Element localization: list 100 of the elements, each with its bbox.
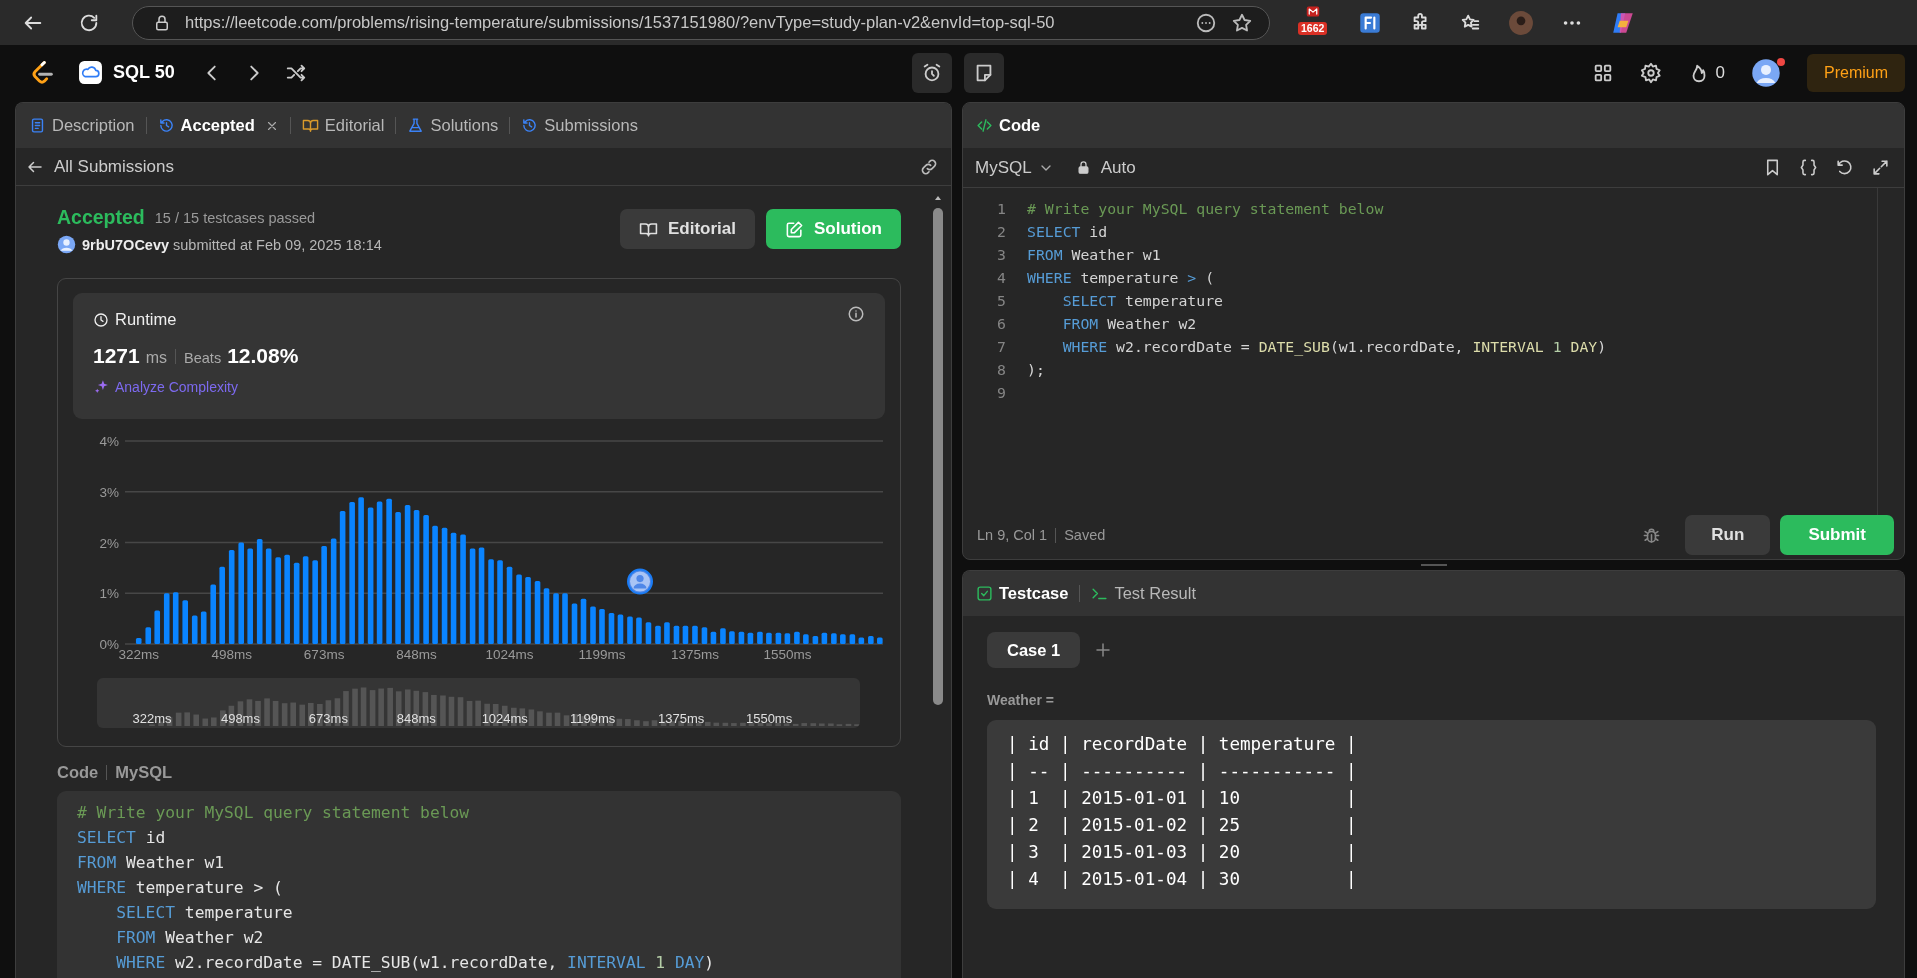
testcases-text: 15 / 15 testcases passed — [154, 209, 316, 226]
expand-icon[interactable] — [1871, 158, 1890, 177]
code-line: ); — [1027, 361, 1045, 378]
beats-label: Beats — [184, 350, 222, 366]
code-line: SELECT temperature — [1061, 292, 1223, 309]
tab[interactable]: Testcase — [973, 576, 1072, 611]
bar — [831, 633, 837, 644]
section-label: Code — [57, 763, 99, 782]
bar — [858, 637, 865, 644]
undo-icon[interactable] — [1835, 158, 1854, 177]
braces-icon[interactable] — [1799, 158, 1818, 177]
bar — [645, 622, 652, 644]
edit-icon — [785, 219, 804, 239]
range-navigator[interactable]: 322ms 498ms 673ms 848ms 1024ms 1199ms 1375ms 1550ms — [97, 678, 860, 728]
axis-label: 498ms — [211, 647, 252, 662]
bar — [794, 631, 800, 644]
line-number: 9 — [996, 384, 1006, 401]
bar — [784, 633, 791, 644]
bar — [812, 635, 819, 644]
code-icon — [976, 117, 993, 134]
bar — [710, 631, 717, 644]
bar — [821, 632, 828, 644]
bar — [599, 609, 605, 644]
axis-label: 0% — [99, 637, 119, 652]
star-icon[interactable] — [1231, 11, 1253, 34]
code-line: SELECT id — [1027, 223, 1108, 240]
tab[interactable]: Accepted — [154, 108, 282, 143]
timer-button[interactable] — [911, 52, 952, 93]
sparkle-icon — [93, 378, 110, 395]
language-dropdown[interactable]: MySQL — [975, 157, 1054, 178]
code-line: WHERE temperature > ( — [1027, 269, 1215, 286]
bar — [182, 600, 188, 644]
tab[interactable]: Editorial — [298, 108, 388, 143]
panel-title: Code — [973, 108, 1044, 143]
code-line: SELECT temperature — [115, 902, 294, 924]
bar — [877, 637, 883, 644]
user-avatar-icon — [57, 235, 76, 254]
document-icon — [29, 117, 46, 134]
bar — [163, 593, 170, 644]
input-line: | id | recordDate | temperature | — [1007, 733, 1358, 756]
axis-label: 1375ms — [670, 647, 719, 662]
bar — [738, 631, 745, 644]
axis-label: 1550ms — [763, 647, 812, 662]
submitted-text: submitted at Feb 09, 2025 18:14 — [173, 236, 382, 253]
premium-button[interactable]: Premium — [1807, 53, 1905, 92]
tab[interactable]: Solutions — [404, 108, 502, 143]
button[interactable]: Editorial — [620, 209, 755, 249]
notes-button[interactable] — [963, 52, 1004, 93]
bar — [617, 614, 624, 644]
axis-label: 3% — [99, 484, 119, 500]
tab[interactable]: Description — [26, 108, 138, 143]
input-line: | 2 | 2015-01-02 | 25 | — [1007, 814, 1358, 837]
code-line: FROM Weather w2 — [115, 927, 265, 949]
bar — [145, 627, 152, 644]
bar — [534, 581, 541, 644]
axis-label: 1199ms — [570, 711, 616, 726]
tab[interactable]: Test Result — [1088, 576, 1200, 611]
line-number: 5 — [996, 292, 1006, 309]
bar — [720, 628, 726, 644]
axis-label: 322ms — [132, 711, 172, 726]
address-bar[interactable]: https://leetcode.com/problems/rising-temperature/submissions/1537151980/?envType=study-plan-v2&envId=top-sql-50 — [132, 5, 1270, 40]
mode-toggle[interactable]: Auto — [1075, 157, 1136, 178]
axis-label: 322ms — [118, 647, 159, 662]
code-line: WHERE temperature > ( — [77, 877, 284, 899]
tab[interactable]: Submissions — [518, 108, 641, 143]
input-label: Weather = — [987, 692, 1056, 708]
code-line: # Write your MySQL query statement below — [1027, 200, 1384, 217]
username: 9rbU7OCevy — [82, 236, 170, 253]
count-badge: 1662 — [1298, 21, 1328, 35]
study-plan-link[interactable]: SQL 50 — [78, 60, 175, 85]
input-line: | 1 | 2015-01-01 | 10 | — [1007, 787, 1358, 810]
bar — [210, 584, 216, 644]
line-number: 7 — [996, 338, 1006, 355]
reader-icon[interactable] — [1195, 11, 1217, 34]
bar — [608, 613, 615, 644]
back-link[interactable]: All Submissions — [26, 156, 174, 177]
input-line: | 4 | 2015-01-04 | 30 | — [1007, 868, 1358, 891]
line-number: 3 — [996, 246, 1006, 263]
input-field[interactable]: | id | recordDate | temperature | | -- | ---------- | ----------- | | 1 | 2015-01-01 | 10 | | 2 | 2015-01-02 | 25 | | 3 | 2015-01-03 | 20 | | 4 | 2015-01-04 | 30 | — [987, 720, 1876, 909]
button[interactable]: Run — [1685, 515, 1771, 555]
axis-label: 848ms — [396, 711, 436, 726]
streak-counter[interactable]: 0 — [1687, 61, 1725, 84]
axis-label: 673ms — [303, 647, 345, 662]
avatar-icon[interactable] — [1751, 57, 1781, 88]
cloud-icon — [78, 60, 103, 85]
plus-icon[interactable] — [1094, 641, 1113, 659]
bar — [580, 598, 587, 644]
info-icon[interactable] — [847, 304, 865, 323]
bar — [775, 632, 782, 644]
history-icon — [521, 117, 539, 134]
beats-value: 12.08% — [227, 344, 299, 368]
axis-label: 1550ms — [745, 711, 793, 726]
bar — [543, 588, 550, 644]
bug-icon[interactable] — [1642, 525, 1662, 545]
lock-icon — [1075, 160, 1091, 175]
settings-icon[interactable] — [1639, 61, 1662, 84]
case-tab[interactable]: Case 1 — [987, 632, 1081, 668]
axis-label: 1024ms — [485, 647, 534, 662]
scrollbar-thumb[interactable] — [933, 208, 943, 705]
bar — [590, 606, 596, 644]
